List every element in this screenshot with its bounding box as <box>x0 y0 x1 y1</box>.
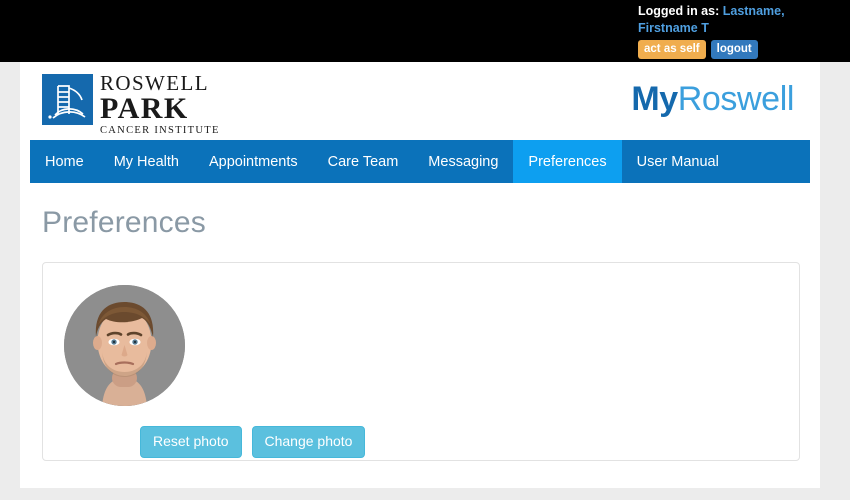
logo-text-park: PARK <box>100 92 189 125</box>
main-navigation: Home My Health Appointments Care Team Me… <box>30 140 810 183</box>
change-photo-button[interactable]: Change photo <box>251 426 366 458</box>
brand-my: My <box>631 80 678 118</box>
top-account-bar: Logged in as: Lastname, Firstname T act … <box>0 0 850 62</box>
photo-actions: Reset photo Change photo <box>140 426 366 458</box>
nav-label-my-health: My Health <box>113 153 179 170</box>
account-actions: act as self logout <box>638 40 808 59</box>
page-container: ROSWELL PARK CANCER INSTITUTE MyRoswell … <box>20 62 820 488</box>
main-content: Preferences Reset photo Change photo <box>30 183 810 461</box>
myroswell-brand: MyRoswell <box>631 80 794 118</box>
avatar[interactable] <box>64 285 185 406</box>
logo-text-cancer-institute: CANCER INSTITUTE <box>100 125 220 136</box>
logged-in-label: Logged in as: <box>638 4 720 18</box>
roswell-park-building-icon <box>42 74 93 125</box>
nav-item-appointments[interactable]: Appointments <box>194 140 313 183</box>
logout-button[interactable]: logout <box>710 40 758 59</box>
logged-in-line-1: Logged in as: Lastname, <box>638 3 808 20</box>
nav-item-messaging[interactable]: Messaging <box>413 140 513 183</box>
nav-item-preferences[interactable]: Preferences <box>513 140 622 183</box>
brand-header: ROSWELL PARK CANCER INSTITUTE MyRoswell <box>20 62 820 140</box>
nav-label-user-manual: User Manual <box>636 153 719 170</box>
photo-panel: Reset photo Change photo <box>42 262 800 461</box>
nav-item-care-team[interactable]: Care Team <box>313 140 414 183</box>
nav-label-appointments: Appointments <box>208 153 298 170</box>
logged-in-username-part2: Firstname T <box>638 21 709 35</box>
nav-label-home: Home <box>45 153 84 170</box>
nav-item-home[interactable]: Home <box>30 140 99 183</box>
logged-in-line-2: Firstname T <box>638 20 808 37</box>
roswell-park-logo[interactable]: ROSWELL PARK CANCER INSTITUTE <box>42 73 220 137</box>
nav-item-user-manual[interactable]: User Manual <box>622 140 734 183</box>
logged-in-username-part1: Lastname, <box>722 4 785 18</box>
nav-item-my-health[interactable]: My Health <box>99 140 194 183</box>
nav-label-messaging: Messaging <box>428 153 499 170</box>
page-title: Preferences <box>42 206 206 239</box>
logo-text-roswell: ROSWELL <box>100 71 209 95</box>
reset-photo-button[interactable]: Reset photo <box>140 426 242 458</box>
nav-label-preferences: Preferences <box>528 153 607 170</box>
roswell-park-wordmark: ROSWELL PARK CANCER INSTITUTE <box>100 73 220 137</box>
nav-label-care-team: Care Team <box>327 153 399 170</box>
account-info: Logged in as: Lastname, Firstname T act … <box>638 3 808 59</box>
act-as-self-button[interactable]: act as self <box>638 40 706 59</box>
brand-roswell: Roswell <box>677 80 795 118</box>
